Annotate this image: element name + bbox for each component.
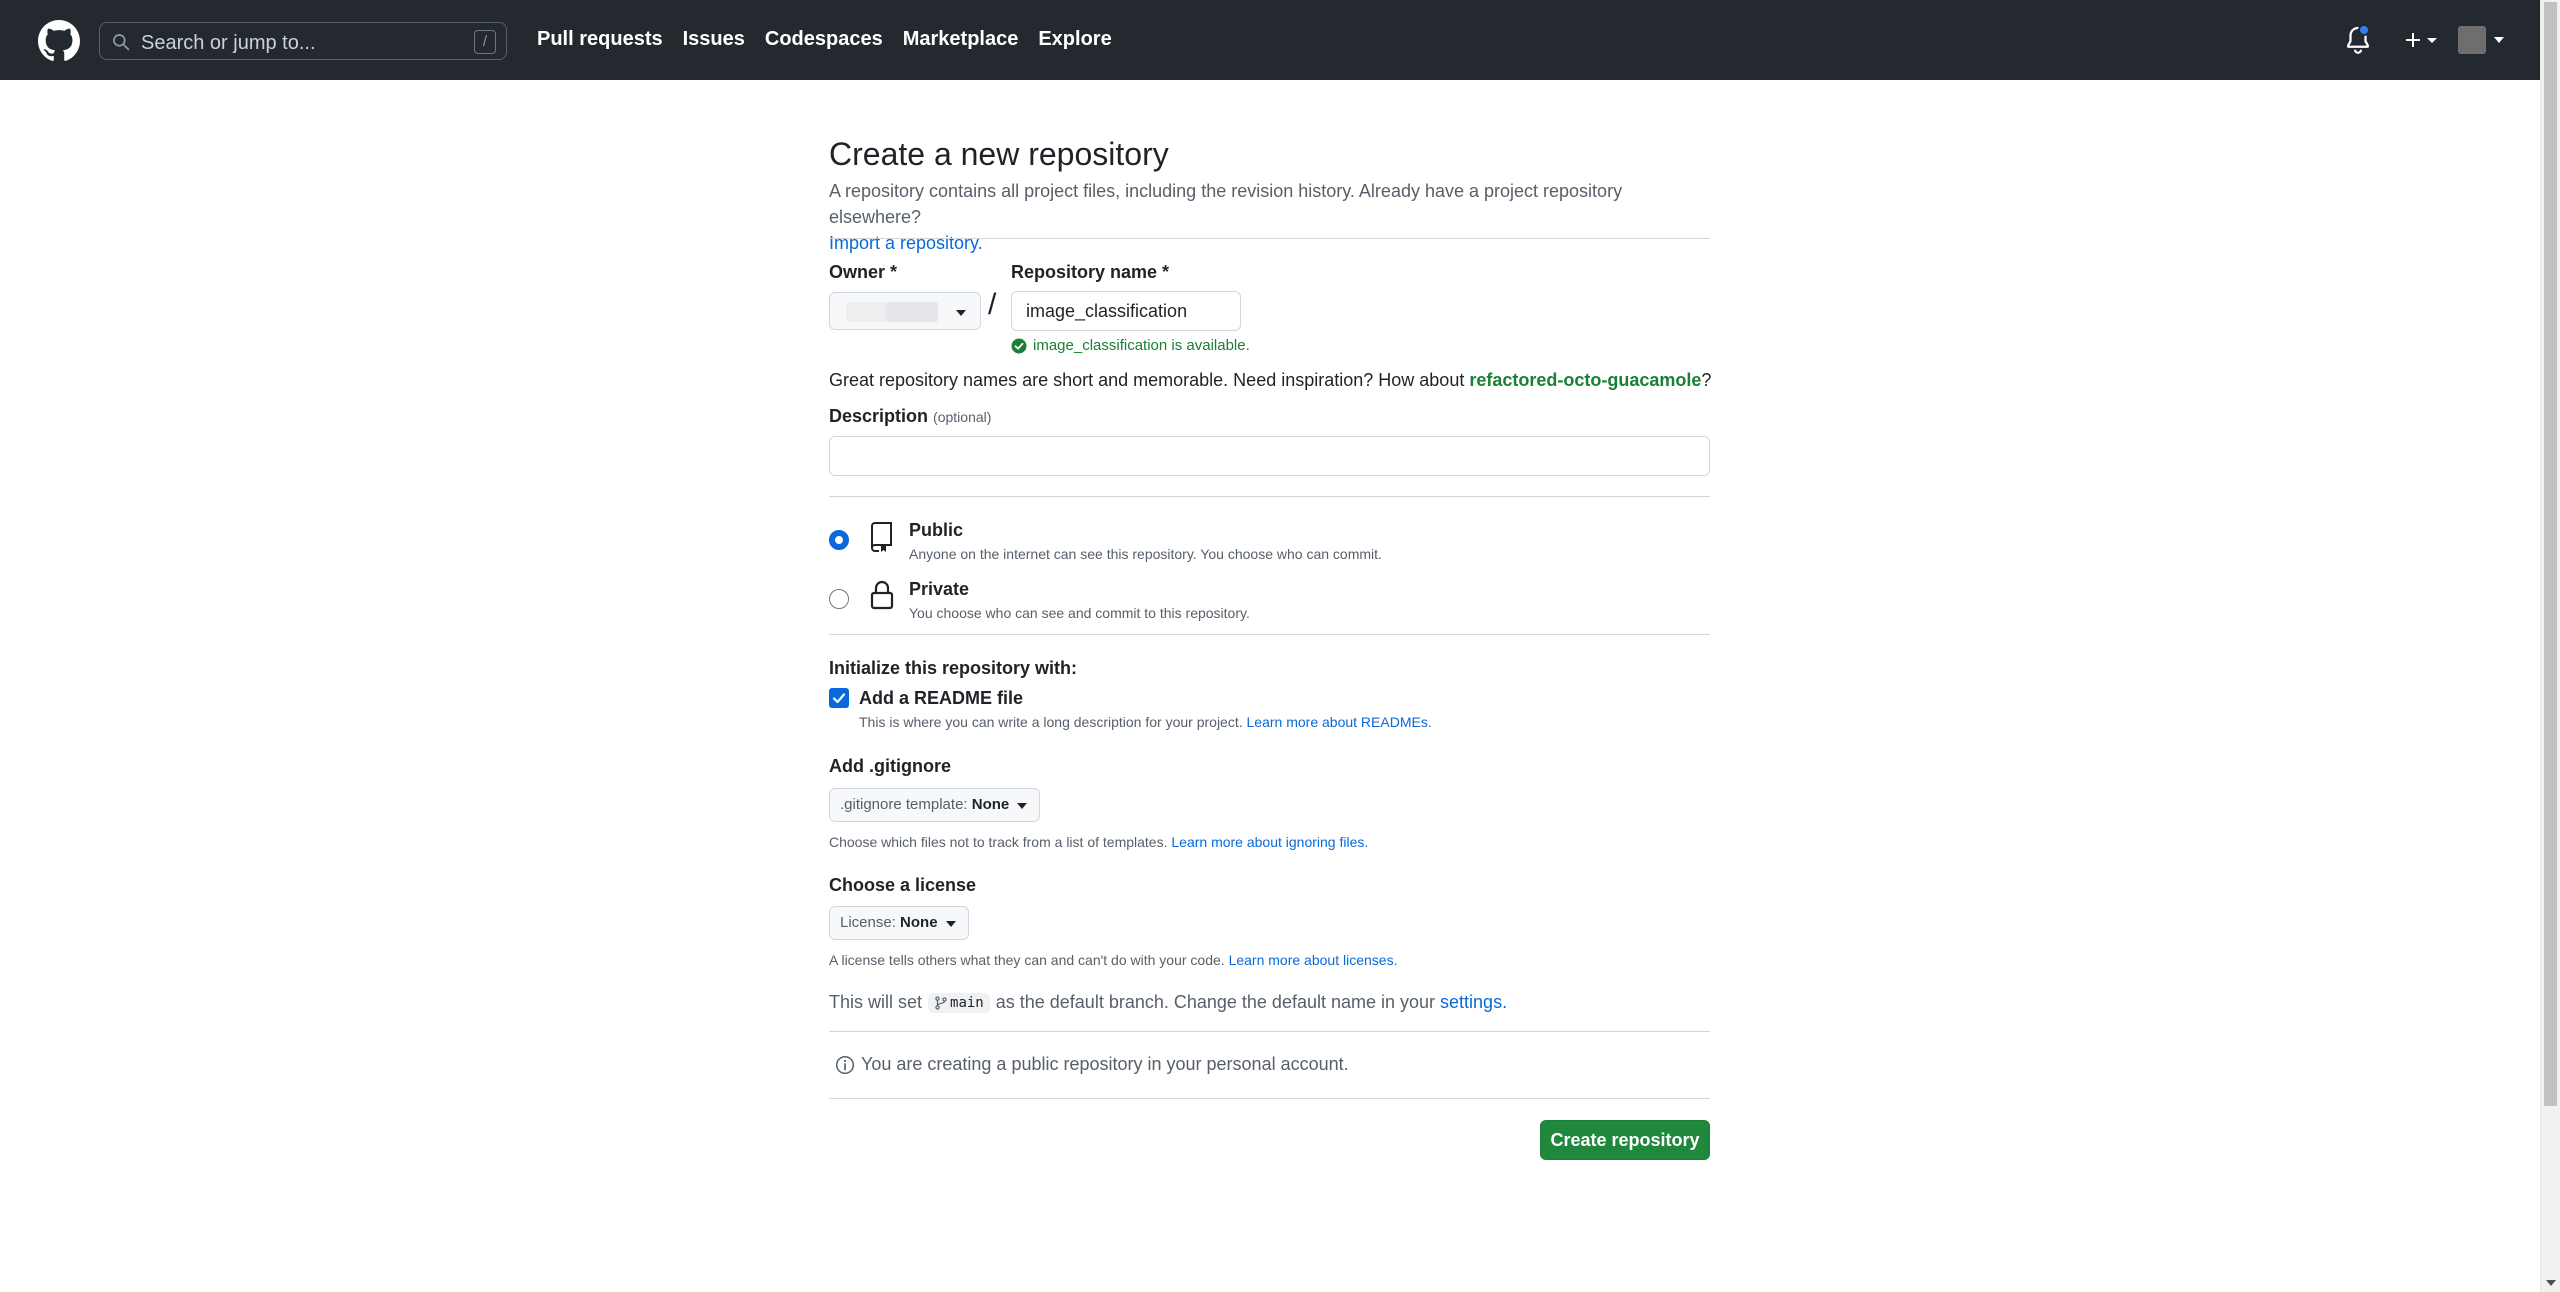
- nav-pull-requests[interactable]: Pull requests: [537, 28, 663, 51]
- initialize-heading: Initialize this repository with:: [829, 658, 1078, 678]
- divider: [829, 496, 1710, 497]
- settings-link[interactable]: settings.: [1440, 992, 1507, 1013]
- top-header: Search or jump to... / Pull requests Iss…: [0, 0, 2540, 80]
- gitignore-learn-more-link[interactable]: Learn more about ignoring files.: [1171, 834, 1368, 850]
- repo-name-label: Repository name *: [1011, 262, 1170, 282]
- owner-avatar-redacted: [846, 302, 886, 322]
- license-desc-text: A license tells others what they can and…: [829, 952, 1225, 968]
- description-label: Description (optional): [829, 406, 991, 427]
- license-description: A license tells others what they can and…: [829, 952, 1397, 968]
- page-title: Create a new repository: [829, 136, 1169, 172]
- gitignore-value: None: [971, 796, 1010, 813]
- page-subtitle: A repository contains all project files,…: [829, 178, 1710, 256]
- create-repository-button[interactable]: Create repository: [1540, 1120, 1710, 1160]
- branch-name-pill: main: [928, 992, 990, 1013]
- divider: [829, 238, 1710, 239]
- private-description: You choose who can see and commit to thi…: [909, 605, 1250, 621]
- page-scrollbar[interactable]: [2540, 0, 2560, 1292]
- description-input[interactable]: [829, 436, 1710, 476]
- optional-tag: (optional): [933, 409, 992, 425]
- divider: [829, 634, 1710, 635]
- owner-name-redacted: [886, 302, 938, 322]
- gitignore-description: Choose which files not to track from a l…: [829, 834, 1368, 850]
- license-prefix: License:: [840, 914, 896, 931]
- nav-issues[interactable]: Issues: [683, 28, 745, 51]
- search-placeholder: Search or jump to...: [141, 32, 316, 54]
- search-input[interactable]: Search or jump to... /: [99, 22, 507, 60]
- readme-learn-more-link[interactable]: Learn more about READMEs.: [1247, 714, 1432, 730]
- nav-codespaces[interactable]: Codespaces: [765, 28, 883, 51]
- nav-marketplace[interactable]: Marketplace: [903, 28, 1019, 51]
- readme-description: This is where you can write a long descr…: [859, 714, 1432, 730]
- github-logo-icon[interactable]: [38, 20, 80, 62]
- check-circle-icon: [1011, 338, 1027, 353]
- search-icon: [113, 34, 130, 51]
- chevron-down-icon: [1017, 803, 1028, 809]
- license-heading: Choose a license: [829, 875, 977, 895]
- repo-icon: [871, 522, 892, 552]
- repo-name-input[interactable]: [1011, 291, 1241, 331]
- gitignore-prefix: .gitignore template:: [840, 796, 968, 813]
- header-actions: [2340, 22, 2504, 58]
- git-branch-icon: [935, 995, 947, 1010]
- license-learn-more-link[interactable]: Learn more about licenses.: [1229, 952, 1398, 968]
- user-menu-button[interactable]: [2458, 26, 2504, 54]
- owner-repo-separator: /: [988, 288, 997, 321]
- public-radio[interactable]: [829, 530, 849, 550]
- plus-icon: [2406, 33, 2437, 47]
- name-inspiration: Great repository names are short and mem…: [829, 370, 1711, 391]
- name-suggestion[interactable]: refactored-octo-guacamole: [1469, 370, 1701, 390]
- scrollbar-thumb[interactable]: [2544, 2, 2557, 1106]
- check-icon: [832, 693, 846, 704]
- scroll-down-arrow-icon[interactable]: [2546, 1280, 2556, 1286]
- owner-label: Owner *: [829, 262, 898, 282]
- public-description: Anyone on the internet can see this repo…: [909, 546, 1382, 562]
- inspiration-suffix: ?: [1701, 370, 1712, 390]
- readme-label[interactable]: Add a README file: [859, 688, 1023, 709]
- info-icon: [835, 1055, 855, 1074]
- nav-explore[interactable]: Explore: [1038, 28, 1111, 51]
- description-label-text: Description: [829, 406, 929, 426]
- gitignore-heading: Add .gitignore: [829, 756, 951, 776]
- chevron-down-icon: [945, 921, 956, 927]
- import-repository-link[interactable]: Import a repository.: [829, 233, 983, 253]
- public-title: Public: [909, 520, 964, 540]
- info-message: You are creating a public repository in …: [835, 1054, 1349, 1075]
- branch-name: main: [950, 994, 984, 1011]
- readme-checkbox[interactable]: [829, 688, 849, 708]
- chevron-down-icon: [2494, 37, 2504, 43]
- search-shortcut-key: /: [474, 30, 496, 54]
- divider: [829, 1098, 1710, 1099]
- branch-suffix: as the default branch. Change the defaul…: [995, 992, 1436, 1012]
- license-value: None: [900, 914, 938, 931]
- gitignore-desc-text: Choose which files not to track from a l…: [829, 834, 1168, 850]
- branch-prefix: This will set: [829, 992, 923, 1012]
- inspiration-text: Great repository names are short and mem…: [829, 370, 1465, 390]
- create-new-button[interactable]: [2398, 22, 2444, 58]
- private-title: Private: [909, 579, 970, 599]
- lock-icon: [870, 580, 894, 610]
- default-branch-note: This will set main as the default branch…: [829, 992, 1507, 1013]
- gitignore-template-select[interactable]: .gitignore template: None: [829, 788, 1041, 822]
- subtitle-text: A repository contains all project files,…: [829, 181, 1623, 227]
- notifications-button[interactable]: [2340, 22, 2376, 58]
- private-radio[interactable]: [829, 589, 849, 609]
- availability-text: image_classification is available.: [1033, 337, 1250, 354]
- avatar: [2458, 26, 2486, 54]
- notification-dot: [2358, 24, 2370, 36]
- license-select[interactable]: License: None: [829, 906, 969, 940]
- main-nav: Pull requests Issues Codespaces Marketpl…: [537, 28, 1132, 51]
- owner-select[interactable]: [829, 292, 981, 330]
- info-text: You are creating a public repository in …: [861, 1054, 1349, 1074]
- readme-desc-text: This is where you can write a long descr…: [859, 714, 1243, 730]
- divider: [829, 1031, 1710, 1032]
- chevron-down-icon: [956, 310, 966, 316]
- availability-message: image_classification is available.: [1011, 337, 1250, 354]
